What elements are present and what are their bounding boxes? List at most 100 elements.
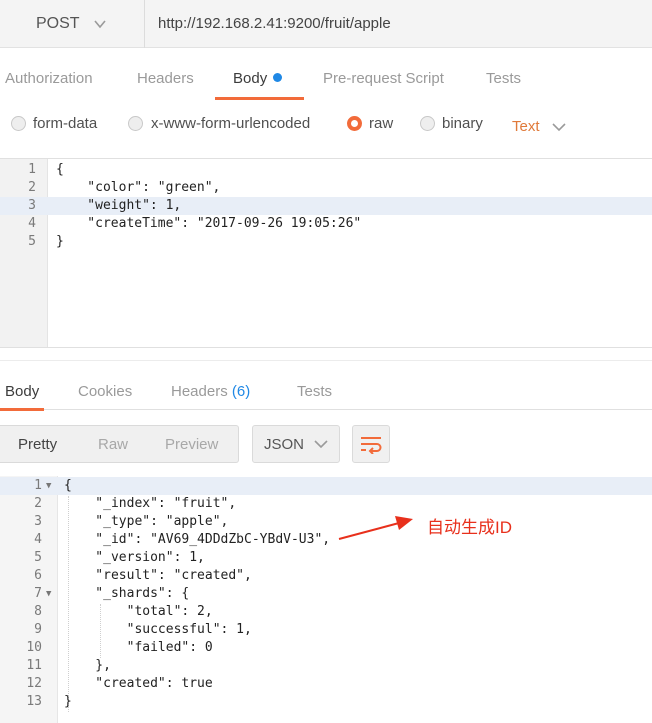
code-line: 10 "failed": 0	[0, 639, 652, 657]
line-number: 5	[28, 234, 36, 249]
res-tab-headers[interactable]: Headers (6)	[171, 383, 250, 400]
code-line: 4 "createTime": "2017-09-26 19:05:26"	[0, 215, 652, 233]
code-text: "_version": 1,	[64, 550, 205, 565]
line-number: 7	[34, 586, 42, 601]
line-number: 9	[34, 622, 42, 637]
code-line: 12 "created": true	[0, 675, 652, 693]
chevron-down-icon	[314, 440, 328, 449]
response-body-viewer: 1 ▼ { 2 "_index": "fruit", 3 "_type": "a…	[0, 476, 652, 723]
tab-pre-request-script[interactable]: Pre-request Script	[323, 70, 444, 87]
format-label: JSON	[264, 435, 305, 453]
raw-button[interactable]: Raw	[98, 436, 128, 453]
res-tab-headers-label: Headers	[171, 383, 228, 400]
request-tabs: Authorization Headers Body Pre-request S…	[0, 60, 652, 102]
code-text: "weight": 1,	[56, 198, 182, 213]
wrap-lines-icon	[361, 437, 382, 454]
code-line: 8 "total": 2,	[0, 603, 652, 621]
line-number: 2	[28, 180, 36, 195]
code-line-active: 1 ▼ {	[0, 477, 652, 495]
code-line: 3 "_type": "apple",	[0, 513, 652, 531]
res-tab-tests[interactable]: Tests	[297, 383, 332, 400]
chevron-down-icon	[551, 122, 566, 131]
tab-authorization[interactable]: Authorization	[5, 70, 93, 87]
tab-tests[interactable]: Tests	[486, 70, 521, 87]
radio-binary[interactable]	[420, 116, 435, 131]
request-body-editor[interactable]: 1 { 2 "color": "green", 3 "weight": 1, 4…	[0, 158, 652, 348]
line-number: 11	[26, 658, 42, 673]
wrap-lines-button[interactable]	[352, 425, 390, 463]
modified-dot-icon	[273, 73, 283, 82]
line-number: 1	[28, 162, 36, 177]
code-line: 5 }	[0, 233, 652, 251]
code-line: 6 "result": "created",	[0, 567, 652, 585]
line-number: 1	[34, 478, 42, 493]
code-line: 11 },	[0, 657, 652, 675]
line-number: 4	[28, 216, 36, 231]
body-type-options: form-data x-www-form-urlencoded raw bina…	[0, 108, 652, 146]
code-line: 7 ▼ "_shards": {	[0, 585, 652, 603]
code-text: "_type": "apple",	[64, 514, 229, 529]
radio-urlencoded[interactable]	[128, 116, 143, 131]
code-line: 2 "color": "green",	[0, 179, 652, 197]
active-response-tab-indicator	[0, 408, 44, 411]
code-text: "color": "green",	[56, 180, 221, 195]
code-text: "result": "created",	[64, 568, 252, 583]
line-number: 2	[34, 496, 42, 511]
chevron-down-icon	[93, 20, 106, 29]
line-number: 12	[26, 676, 42, 691]
annotation-text: 自动生成ID	[427, 518, 512, 537]
code-text: "_shards": {	[64, 586, 190, 601]
line-number: 5	[34, 550, 42, 565]
code-text: "createTime": "2017-09-26 19:05:26"	[56, 216, 362, 231]
code-text: "successful": 1,	[64, 622, 252, 637]
tab-body-label: Body	[233, 70, 268, 87]
method-select[interactable]: POST	[0, 0, 145, 48]
radio-form-data[interactable]	[11, 116, 26, 131]
code-text: "total": 2,	[64, 604, 213, 619]
radio-label-urlencoded: x-www-form-urlencoded	[151, 115, 311, 132]
response-tabs: Body Cookies Headers (6) Tests	[0, 360, 652, 410]
code-text: },	[64, 658, 111, 673]
code-text: {	[56, 162, 64, 177]
content-type-select[interactable]: Text	[512, 118, 566, 135]
radio-label-binary: binary	[442, 115, 483, 132]
headers-count-badge: (6)	[231, 383, 251, 400]
pretty-button[interactable]: Pretty	[18, 436, 57, 453]
code-line: 9 "successful": 1,	[0, 621, 652, 639]
code-text: }	[56, 234, 64, 249]
code-text: "created": true	[64, 676, 213, 691]
tab-body[interactable]: Body	[233, 70, 283, 87]
code-text: "_id": "AV69_4DDdZbC-YBdV-U3",	[64, 532, 331, 547]
code-text: "failed": 0	[64, 640, 213, 655]
view-mode-group: Pretty Raw Preview	[0, 425, 239, 463]
preview-button[interactable]: Preview	[165, 436, 218, 453]
line-number: 4	[34, 532, 42, 547]
code-line: 4 "_id": "AV69_4DDdZbC-YBdV-U3",	[0, 531, 652, 549]
line-number: 3	[28, 198, 36, 213]
radio-raw[interactable]	[347, 116, 362, 131]
code-line-active: 3 "weight": 1,	[0, 197, 652, 215]
line-number: 13	[26, 694, 42, 709]
line-number: 10	[26, 640, 42, 655]
method-label: POST	[36, 15, 80, 32]
line-number: 8	[34, 604, 42, 619]
code-line: 5 "_version": 1,	[0, 549, 652, 567]
url-bar: POST http://192.168.2.41:9200/fruit/appl…	[0, 0, 652, 48]
fold-arrow-icon[interactable]: ▼	[46, 585, 51, 603]
radio-label-raw: raw	[369, 115, 394, 132]
res-tab-cookies[interactable]: Cookies	[78, 383, 132, 400]
code-line: 13 }	[0, 693, 652, 711]
res-tab-body[interactable]: Body	[5, 383, 39, 400]
content-type-label: Text	[512, 118, 540, 135]
active-tab-indicator	[215, 97, 304, 100]
code-text: }	[64, 694, 72, 709]
tab-headers[interactable]: Headers	[137, 70, 194, 87]
url-input[interactable]: http://192.168.2.41:9200/fruit/apple	[158, 0, 391, 48]
code-line: 2 "_index": "fruit",	[0, 495, 652, 513]
code-line: 1 {	[0, 161, 652, 179]
radio-label-form-data: form-data	[33, 115, 98, 132]
line-number: 3	[34, 514, 42, 529]
fold-arrow-icon[interactable]: ▼	[46, 477, 51, 495]
format-select[interactable]: JSON	[252, 425, 340, 463]
code-text: "_index": "fruit",	[64, 496, 237, 511]
